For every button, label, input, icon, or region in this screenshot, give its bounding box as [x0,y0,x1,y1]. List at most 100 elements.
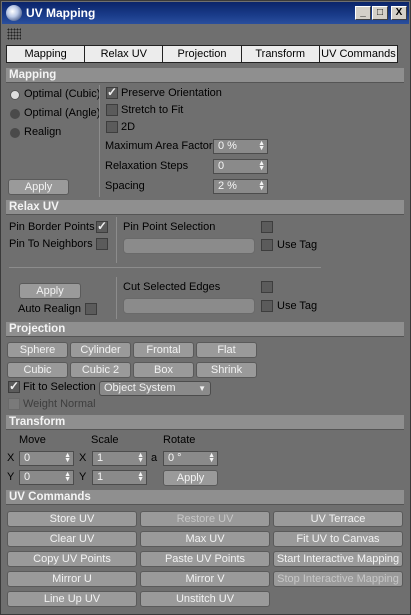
relaxation-steps-field[interactable]: 0 ▲ ▼ [213,159,268,174]
line-up-uv-button[interactable]: Line Up UV [7,591,137,607]
fit-to-selection-label: Fit to Selection [23,381,96,393]
store-uv-button[interactable]: Store UV [7,511,137,527]
stretch-to-fit-label: Stretch to Fit [121,104,184,116]
weight-normal-label: Weight Normal [23,398,96,410]
cubic-button[interactable]: Cubic [7,362,68,378]
tab-projection[interactable]: Projection [163,46,242,62]
max-area-factor-label: Maximum Area Factor [105,140,213,152]
use-tag-label: Use Tag [277,239,318,251]
restore-uv-button[interactable]: Restore UV [140,511,270,527]
mapping-apply-button[interactable]: Apply [8,179,69,195]
mirror-u-button[interactable]: Mirror U [7,571,137,587]
pin-point-selection-checkbox[interactable] [261,221,273,233]
relax-separator [9,267,321,268]
scale-x-label: X [79,452,87,464]
flat-button[interactable]: Flat [196,342,257,358]
weight-normal-checkbox[interactable] [8,398,20,410]
frontal-button[interactable]: Frontal [133,342,194,358]
spacing-label: Spacing [105,180,145,192]
tab-mapping[interactable]: Mapping [7,46,86,62]
move-y-field[interactable]: 0 ▲ ▼ [19,470,74,485]
mapping-divider [99,85,100,197]
pin-point-selection-slot[interactable] [123,238,255,254]
pin-to-neighbors-checkbox[interactable] [96,238,108,250]
preserve-orientation-label: Preserve Orientation [121,87,222,99]
fit-to-selection-checkbox[interactable] [8,379,20,393]
close-button[interactable]: X [391,6,407,20]
title-bar[interactable]: UV Mapping _ □ X [2,2,409,24]
relaxation-steps-label: Relaxation Steps [105,160,189,172]
clear-uv-button[interactable]: Clear UV [7,531,137,547]
chevron-down-icon: ▼ [198,384,206,393]
unstitch-uv-button[interactable]: Unstitch UV [140,591,270,607]
fit-uv-to-canvas-button[interactable]: Fit UV to Canvas [273,531,403,547]
tab-uv-commands[interactable]: UV Commands [320,46,397,62]
move-label: Move [19,434,46,446]
mapping-header: Mapping [6,68,404,83]
preserve-orientation-checkbox[interactable] [106,85,118,99]
start-interactive-mapping-button[interactable]: Start Interactive Mapping [273,551,403,567]
radio-optimal-cubic[interactable] [10,90,20,100]
radio-optimal-angle[interactable] [10,109,20,119]
use-tag-2-label: Use Tag [277,300,318,312]
scale-y-field[interactable]: 1 ▲ ▼ [92,470,147,485]
scale-label: Scale [91,434,119,446]
uv-terrace-button[interactable]: UV Terrace [273,511,403,527]
cubic-2-button[interactable]: Cubic 2 [70,362,131,378]
pin-border-points-label: Pin Border Points [9,221,95,233]
scale-y-label: Y [79,471,87,483]
minimize-button[interactable]: _ [355,6,371,20]
radio-realign[interactable] [10,128,20,138]
stop-interactive-mapping-button[interactable]: Stop Interactive Mapping [273,571,403,587]
transform-apply-button[interactable]: Apply [163,470,218,486]
sphere-button[interactable]: Sphere [7,342,68,358]
pin-point-selection-label: Pin Point Selection [123,221,216,233]
window-title: UV Mapping [26,6,96,20]
object-system-dropdown[interactable]: Object System ▼ [99,381,211,396]
auto-realign-checkbox[interactable] [85,303,97,315]
scale-x-field[interactable]: 1 ▲ ▼ [92,451,147,466]
cut-selected-edges-slot[interactable] [123,298,255,314]
move-x-field[interactable]: 0 ▲ ▼ [19,451,74,466]
box-button[interactable]: Box [133,362,194,378]
use-tag-2-checkbox[interactable] [261,300,273,312]
drag-grip-icon[interactable] [7,28,21,40]
pin-to-neighbors-label: Pin To Neighbors [9,238,93,250]
maximize-button[interactable]: □ [372,6,388,20]
radio-realign-label: Realign [24,126,62,138]
max-uv-button[interactable]: Max UV [140,531,270,547]
relax-divider-bottom [116,277,117,319]
radio-optimal-angle-label: Optimal (Angle) [24,107,101,119]
use-tag-checkbox[interactable] [261,239,273,251]
stretch-to-fit-checkbox[interactable] [106,104,118,116]
move-y-label: Y [7,471,15,483]
paste-uv-points-button[interactable]: Paste UV Points [140,551,270,567]
max-area-factor-field[interactable]: 0 % ▲ ▼ [213,139,268,154]
pin-border-points-checkbox[interactable] [96,219,108,233]
relax-divider-top [116,217,117,263]
transform-header: Transform [6,415,404,430]
tab-transform[interactable]: Transform [242,46,320,62]
app-icon [6,5,22,21]
uv-commands-header: UV Commands [6,490,404,505]
2d-label: 2D [121,121,136,133]
tab-relax-uv[interactable]: Relax UV [85,46,164,62]
uv-mapping-window: UV Mapping _ □ X Mapping Relax UV Projec… [0,0,411,615]
relax-uv-header: Relax UV [6,200,404,215]
spacing-field[interactable]: 2 % ▲ ▼ [213,179,268,194]
shrink-button[interactable]: Shrink [196,362,257,378]
rotate-a-field[interactable]: 0 ° ▲ ▼ [163,451,218,466]
2d-checkbox[interactable] [106,121,118,133]
rotate-a-label: a [151,452,158,464]
radio-optimal-cubic-label: Optimal (Cubic) [24,88,101,100]
mirror-v-button[interactable]: Mirror V [140,571,270,587]
cut-selected-edges-label: Cut Selected Edges [123,281,221,293]
cut-selected-edges-checkbox[interactable] [261,281,273,293]
projection-header: Projection [6,322,404,337]
relax-apply-button[interactable]: Apply [19,283,81,299]
rotate-label: Rotate [163,434,196,446]
cylinder-button[interactable]: Cylinder [70,342,131,358]
copy-uv-points-button[interactable]: Copy UV Points [7,551,137,567]
auto-realign-label: Auto Realign [18,303,81,315]
move-x-label: X [7,452,15,464]
